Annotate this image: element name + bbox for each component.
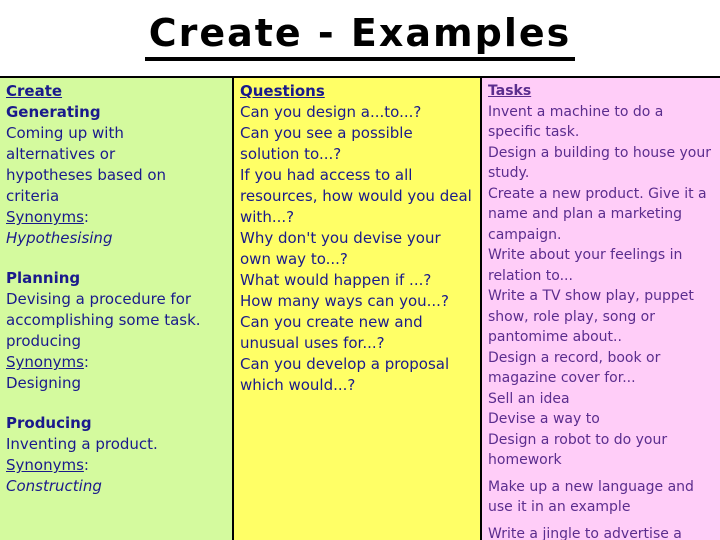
page-title: Create - Examples — [144, 10, 576, 61]
task-item: Devise a way to — [488, 411, 600, 427]
synonyms-label: Synonyms — [6, 208, 84, 226]
synonyms-colon: : — [83, 456, 89, 474]
task-item: Design a record, book or magazine cover … — [488, 349, 661, 387]
create-group-name: Planning — [6, 269, 81, 287]
column-questions: Questions Can you design a...to...? Can … — [234, 78, 482, 540]
task-item: Make up a new language and use it in an … — [488, 478, 694, 516]
column-create: Create Generating Coming up with alterna… — [0, 78, 234, 540]
question-item: How many ways can you...? — [240, 292, 449, 310]
synonyms-label: Synonyms — [6, 456, 84, 474]
question-item: If you had access to all resources, how … — [240, 166, 472, 226]
create-group-synonyms: Constructing — [6, 477, 102, 495]
create-group-generating: Generating Coming up with alternatives o… — [6, 102, 226, 249]
synonyms-colon: : — [83, 353, 89, 371]
column-tasks-header: Tasks — [488, 83, 532, 99]
create-group-desc-line: producing — [6, 332, 82, 350]
task-item: Write a TV show play, puppet show, role … — [488, 288, 694, 345]
question-item: Can you design a...to...? — [240, 103, 422, 121]
task-item: Invent a machine to do a specific task. — [488, 103, 664, 141]
create-group-desc-line: Devising a procedure for — [6, 290, 192, 308]
create-group-planning: Planning Devising a procedure for accomp… — [6, 268, 226, 394]
task-item: Sell an idea — [488, 390, 570, 407]
question-item: Can you see a possible solution to...? — [240, 124, 413, 163]
task-item: Design a robot to do your homework — [488, 431, 668, 469]
create-group-synonyms-label-row: Synonyms: — [6, 352, 226, 373]
create-group-desc-line: Coming up with — [6, 124, 124, 142]
create-group-synonyms-label-row: Synonyms: — [6, 455, 226, 476]
synonyms-label: Synonyms — [6, 353, 84, 371]
examples-table: Create Generating Coming up with alterna… — [0, 76, 720, 540]
create-group-spacer — [6, 394, 226, 413]
slide-page: Create - Examples Create Generating Comi… — [0, 0, 720, 540]
create-group-synonyms: Designing — [6, 374, 81, 392]
create-group-desc-line: Inventing a product. — [6, 435, 158, 453]
create-group-name: Producing — [6, 414, 92, 432]
create-group-producing: Producing Inventing a product. Synonyms:… — [6, 413, 226, 497]
synonyms-colon: : — [83, 208, 89, 226]
column-tasks: Tasks Invent a machine to do a specific … — [482, 78, 720, 540]
question-item: What would happen if ...? — [240, 271, 432, 289]
task-item: Create a new product. Give it a name and… — [488, 185, 707, 243]
column-create-header: Create — [6, 82, 63, 100]
create-group-synonyms-label-row: Synonyms: — [6, 207, 226, 228]
task-item: Write a jingle to advertise a new produc… — [488, 525, 682, 540]
title-area: Create - Examples — [0, 10, 720, 70]
create-group-desc-line: criteria — [6, 187, 60, 205]
question-item: Can you create new and unusual uses for.… — [240, 313, 423, 352]
create-group-synonyms: Hypothesising — [6, 229, 113, 247]
column-questions-header: Questions — [240, 82, 325, 100]
question-item: Why don't you devise your own way to...? — [240, 229, 441, 268]
create-group-desc-line: accomplishing some task. — [6, 311, 201, 329]
create-group-spacer — [6, 249, 226, 268]
create-group-name: Generating — [6, 103, 101, 121]
task-item: Design a building to house your study. — [488, 144, 711, 182]
create-group-desc-line: alternatives or — [6, 145, 116, 163]
question-item: Can you develop a proposal which would..… — [240, 355, 450, 394]
create-group-desc-line: hypotheses based on — [6, 166, 167, 184]
task-item: Write about your feelings in relation to… — [488, 247, 683, 284]
